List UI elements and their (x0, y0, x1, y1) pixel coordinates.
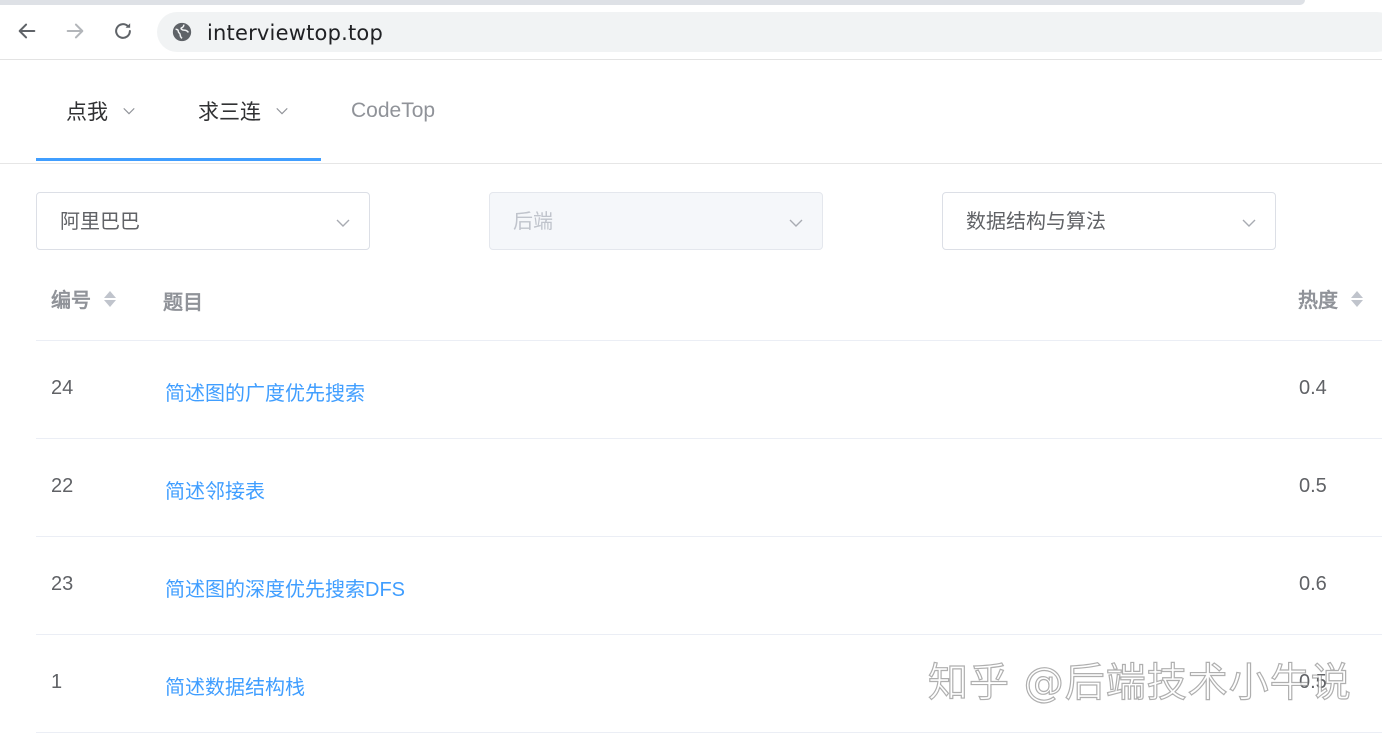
column-header-label: 题目 (163, 292, 203, 314)
reload-icon (115, 23, 131, 39)
menu-item-codetop[interactable]: CodeTop (351, 60, 435, 161)
sort-icon[interactable] (103, 288, 117, 310)
back-button[interactable] (13, 17, 41, 45)
chevron-down-icon (336, 219, 350, 227)
menu-item-label: CodeTop (351, 98, 436, 122)
address-bar[interactable]: interviewtop.top (157, 12, 1382, 52)
menu-item-label: 求三连 (198, 100, 261, 124)
url-text: interviewtop.top (207, 21, 383, 45)
question-id: 1 (51, 671, 63, 693)
browser-toolbar: interviewtop.top (0, 0, 1382, 60)
question-heat: 0.6 (1299, 573, 1327, 595)
reload-button[interactable] (109, 17, 137, 45)
forward-arrow-icon (66, 23, 84, 39)
chevron-down-icon (1242, 219, 1256, 227)
top-menu: 点我 求三连 CodeTop (0, 60, 1382, 164)
position-select-value: 后端 (513, 211, 553, 233)
question-link[interactable]: 简述数据结构栈 (165, 671, 305, 700)
column-header-label: 编号 (51, 290, 91, 312)
question-link[interactable]: 简述邻接表 (165, 475, 265, 504)
table-row: 23 简述图的深度优先搜索DFS 0.6 (36, 537, 1382, 635)
question-heat: 0.5 (1299, 475, 1327, 497)
menu-item-click-me[interactable]: 点我 (66, 60, 136, 161)
column-header-title: 题目 (163, 286, 203, 315)
column-header-label: 热度 (1298, 290, 1338, 312)
table-row: 24 简述图的广度优先搜索 0.4 (36, 341, 1382, 439)
table-row: 22 简述邻接表 0.5 (36, 439, 1382, 537)
table-header: 编号 题目 热度 (36, 262, 1382, 341)
menu-item-label: 点我 (66, 100, 108, 124)
chevron-down-icon (789, 219, 803, 227)
question-heat: 0.4 (1299, 377, 1327, 399)
site-info-icon[interactable] (171, 21, 193, 43)
category-select-value: 数据结构与算法 (966, 211, 1106, 233)
column-header-heat[interactable]: 热度 (1298, 284, 1364, 313)
question-id: 24 (51, 377, 74, 399)
chevron-down-icon (123, 107, 135, 114)
column-header-id[interactable]: 编号 (51, 284, 117, 313)
category-select[interactable]: 数据结构与算法 (942, 192, 1276, 250)
active-menu-indicator (36, 158, 321, 161)
position-select: 后端 (489, 192, 823, 250)
chevron-down-icon (276, 107, 288, 114)
menu-item-triple[interactable]: 求三连 (198, 60, 289, 161)
back-arrow-icon (18, 23, 36, 39)
forward-button[interactable] (61, 17, 89, 45)
company-select-value: 阿里巴巴 (60, 211, 140, 233)
company-select[interactable]: 阿里巴巴 (36, 192, 370, 250)
watermark: 知乎 @后端技术小牛说 (927, 659, 1352, 706)
tab-strip (0, 0, 1305, 5)
question-id: 23 (51, 573, 74, 595)
sort-icon[interactable] (1350, 288, 1364, 310)
question-link[interactable]: 简述图的深度优先搜索DFS (165, 573, 405, 602)
question-link[interactable]: 简述图的广度优先搜索 (165, 377, 365, 406)
question-id: 22 (51, 475, 74, 497)
